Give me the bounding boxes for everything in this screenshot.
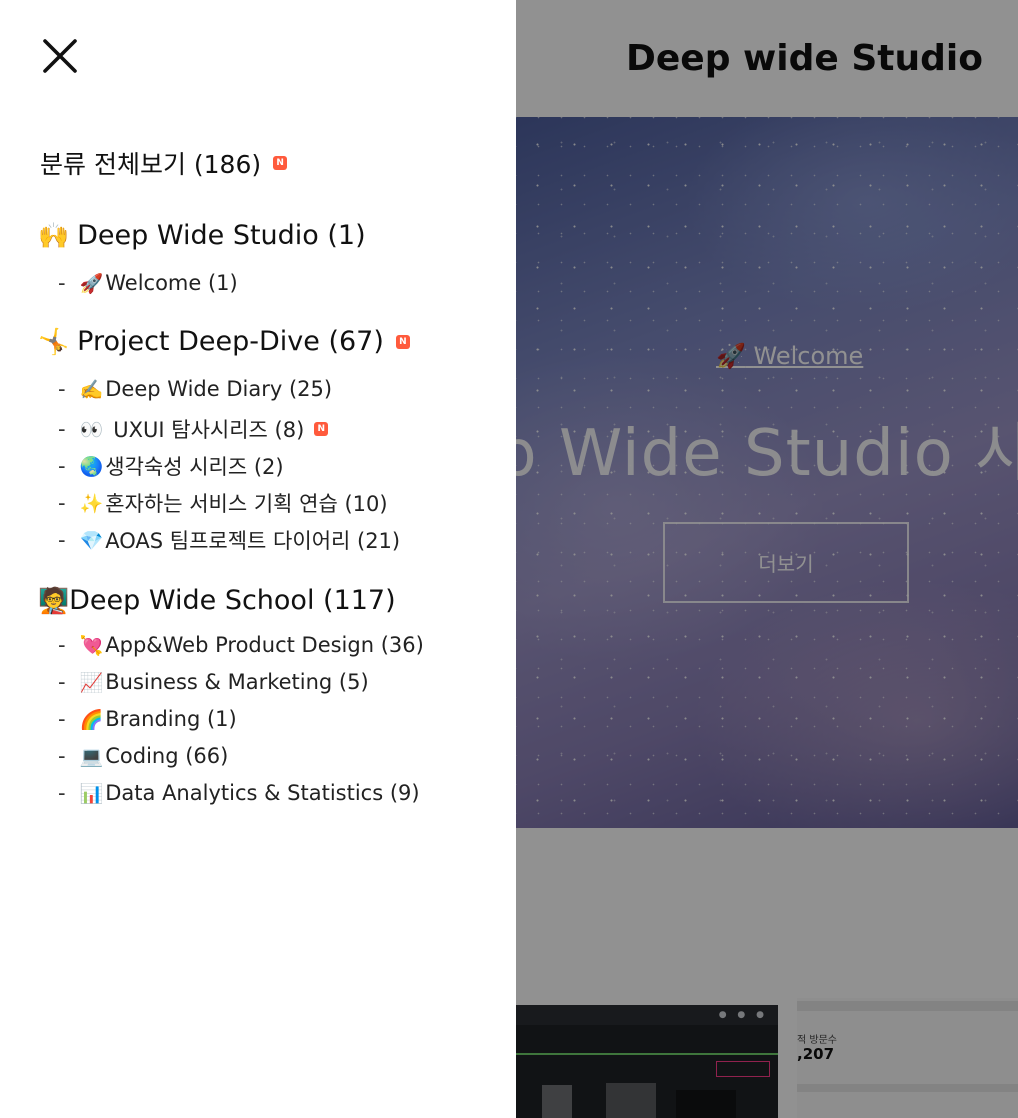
close-icon <box>43 39 77 73</box>
subcategory-label: Business & Marketing (5) <box>105 670 369 694</box>
subcategory-label: AOAS 팀프로젝트 다이어리 (21) <box>105 529 401 553</box>
bar-chart-icon: 📊 <box>79 782 104 805</box>
category-label: Deep Wide Studio (1) <box>77 220 366 251</box>
new-badge: N <box>314 422 329 436</box>
subcategory-label: Welcome (1) <box>105 271 238 295</box>
subcategory-label: Branding (1) <box>105 707 237 731</box>
new-badge: N <box>395 334 410 349</box>
list-dash: - <box>58 377 66 401</box>
eyes-icon: 👀 <box>79 418 104 441</box>
list-dash: - <box>58 528 66 552</box>
teacher-icon: 🧑‍🏫 <box>38 585 70 615</box>
cartwheel-icon: 🤸 <box>38 326 70 356</box>
list-dash: - <box>58 454 66 478</box>
heart-arrow-icon: 💘 <box>79 634 104 657</box>
category-all-label: 분류 전체보기 (186) <box>40 150 262 179</box>
subcategory-label: 혼자하는 서비스 기획 연습 (10) <box>105 492 388 516</box>
subcategory-deep-wide-diary[interactable]: - ✍️ Deep Wide Diary (25) <box>58 377 332 401</box>
gem-icon: 💎 <box>79 529 104 552</box>
category-deep-wide-school[interactable]: 🧑‍🏫 Deep Wide School (117) <box>38 585 396 616</box>
globe-icon: 🌏 <box>79 455 104 478</box>
writing-hand-icon: ✍️ <box>79 378 104 401</box>
category-deep-wide-studio[interactable]: 🙌 Deep Wide Studio (1) <box>38 220 366 251</box>
list-dash: - <box>58 781 66 805</box>
list-dash: - <box>58 633 66 657</box>
category-label: Project Deep-Dive (67) <box>77 326 384 357</box>
subcategory-label: UXUI 탐사시리즈 (8) <box>113 418 305 442</box>
subcategory-branding[interactable]: - 🌈 Branding (1) <box>58 707 237 731</box>
list-dash: - <box>58 271 66 295</box>
list-dash: - <box>58 670 66 694</box>
subcategory-aoas-diary[interactable]: - 💎 AOAS 팀프로젝트 다이어리 (21) <box>58 525 400 555</box>
subcategory-business-marketing[interactable]: - 📈 Business & Marketing (5) <box>58 670 369 694</box>
close-button[interactable] <box>38 34 82 78</box>
subcategory-coding[interactable]: - 💻 Coding (66) <box>58 744 228 768</box>
list-dash: - <box>58 417 66 441</box>
category-label: Deep Wide School (117) <box>69 585 396 616</box>
subcategory-uxui-series[interactable]: - 👀 UXUI 탐사시리즈 (8) N <box>58 414 329 444</box>
list-dash: - <box>58 491 66 515</box>
category-project-deep-dive[interactable]: 🤸 Project Deep-Dive (67) N <box>38 326 410 357</box>
rocket-icon: 🚀 <box>79 272 104 295</box>
subcategory-welcome[interactable]: - 🚀 Welcome (1) <box>58 271 238 295</box>
subcategory-label: 생각숙성 시리즈 (2) <box>105 455 284 479</box>
laptop-icon: 💻 <box>79 745 104 768</box>
new-badge: N <box>273 156 288 170</box>
chart-up-icon: 📈 <box>79 671 104 694</box>
subcategory-data-analytics[interactable]: - 📊 Data Analytics & Statistics (9) <box>58 781 420 805</box>
subcategory-label: Deep Wide Diary (25) <box>105 377 333 401</box>
subcategory-label: Data Analytics & Statistics (9) <box>105 781 420 805</box>
subcategory-product-design[interactable]: - 💘 App&Web Product Design (36) <box>58 633 424 657</box>
rainbow-icon: 🌈 <box>79 708 104 731</box>
category-all-link[interactable]: 분류 전체보기 (186) N <box>40 145 288 181</box>
subcategory-thought-series[interactable]: - 🌏 생각숙성 시리즈 (2) <box>58 451 284 481</box>
raising-hands-icon: 🙌 <box>38 220 70 250</box>
category-drawer: 분류 전체보기 (186) N 🙌 Deep Wide Studio (1) -… <box>0 0 516 1118</box>
subcategory-service-planning[interactable]: - ✨ 혼자하는 서비스 기획 연습 (10) <box>58 488 388 518</box>
list-dash: - <box>58 744 66 768</box>
sparkles-icon: ✨ <box>79 492 104 515</box>
list-dash: - <box>58 707 66 731</box>
subcategory-label: App&Web Product Design (36) <box>105 633 424 657</box>
subcategory-label: Coding (66) <box>105 744 229 768</box>
